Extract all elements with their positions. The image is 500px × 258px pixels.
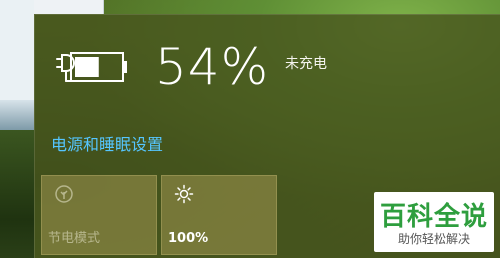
battery-percentage: 54% xyxy=(155,38,270,96)
charging-status: 未充电 xyxy=(285,56,327,72)
battery-fill xyxy=(75,57,99,77)
battery-icon xyxy=(56,52,127,82)
battery-saver-label: 节电模式 xyxy=(48,231,101,246)
watermark-subtitle: 助你轻松解决 xyxy=(397,232,470,246)
watermark-logo: 百科全说 助你轻松解决 xyxy=(374,192,494,252)
desktop-wallpaper-foliage xyxy=(0,130,34,258)
power-sleep-settings-link[interactable]: 电源和睡眠设置 xyxy=(51,131,163,155)
sun-icon xyxy=(174,184,194,204)
watermark-title: 百科全说 xyxy=(379,202,488,232)
background-window-edge-lower xyxy=(0,100,34,130)
brightness-label: 100% xyxy=(168,231,209,246)
leaf-icon xyxy=(55,185,73,203)
brightness-tile[interactable]: 100% xyxy=(161,175,277,255)
battery-saver-tile[interactable]: 节电模式 xyxy=(41,175,157,255)
